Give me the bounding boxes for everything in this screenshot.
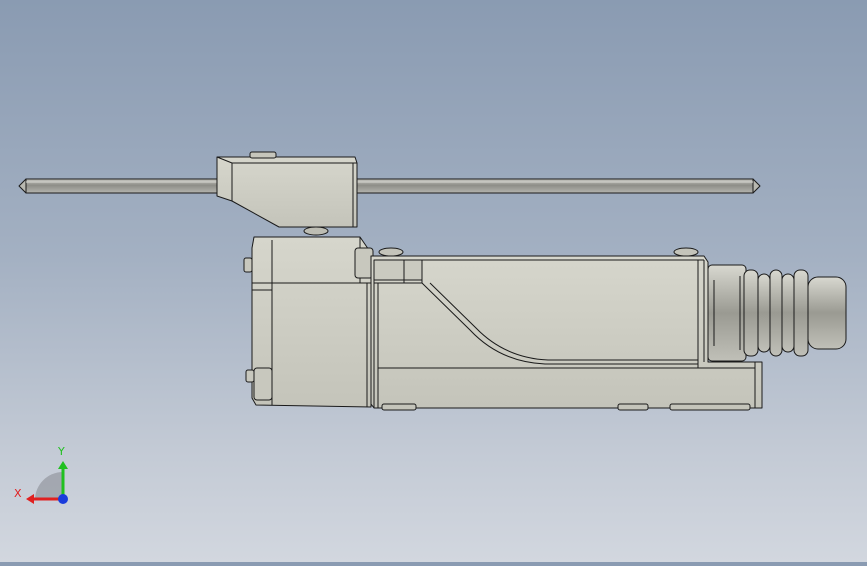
switch-model[interactable] <box>18 151 847 411</box>
x-axis-label: X <box>14 487 22 500</box>
lever-clamp[interactable] <box>216 151 358 236</box>
cad-viewport[interactable]: X Y <box>0 0 867 562</box>
model-view[interactable]: X Y <box>0 0 867 562</box>
y-axis-arrow <box>58 461 68 469</box>
z-axis-dot <box>58 494 68 504</box>
actuator-head[interactable] <box>243 236 374 408</box>
y-axis-label: Y <box>57 445 65 458</box>
axis-triad: X Y <box>14 445 68 504</box>
switch-body[interactable] <box>370 247 763 411</box>
lever-rod[interactable] <box>18 178 761 194</box>
cable-gland[interactable] <box>707 264 847 362</box>
x-axis-arrow <box>26 494 34 504</box>
triad-plane-shading <box>35 472 63 500</box>
